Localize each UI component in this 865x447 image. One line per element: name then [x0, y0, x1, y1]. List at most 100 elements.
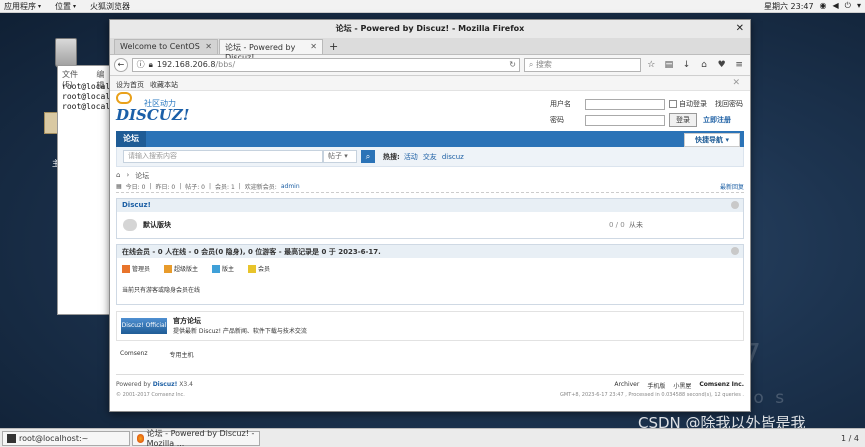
quick-nav-button[interactable]: 快捷导航 ▾: [684, 133, 740, 147]
bookmark-star-icon[interactable]: ☆: [645, 60, 659, 70]
reload-icon[interactable]: ↻: [509, 59, 516, 71]
admin-icon: [122, 264, 130, 273]
terminal-menu-file[interactable]: 文件(F): [62, 69, 88, 89]
hot-search-label: 热搜:: [383, 152, 400, 161]
forum-name[interactable]: 默认版块: [143, 220, 171, 230]
close-tab-icon[interactable]: ✕: [205, 42, 212, 52]
online-title[interactable]: 在线会员 - 0 人在线 - 0 会员(0 隐身), 0 位游客 - 最高记录是…: [122, 248, 381, 256]
online-header: 在线会员 - 0 人在线 - 0 会员(0 隐身), 0 位游客 - 最高记录是…: [117, 245, 743, 258]
forum-stats: ▦ 今日: 0 | 昨日: 0 | 帖子: 0 | 会员: 1 | 欢迎新会员: adm…: [116, 182, 744, 193]
archiver-link[interactable]: Archiver: [614, 381, 639, 390]
official-forum-logo[interactable]: Discuz! Official: [121, 318, 167, 334]
gnome-top-bar: 应用程序 ▾ 位置 ▾ 火狐浏览器 星期六 23:47 ◉ ◀ ⏻ ▾: [0, 0, 865, 13]
company-link[interactable]: Comsenz Inc.: [699, 381, 744, 390]
category-box: Discuz! 默认版块 0 / 0 从未: [116, 198, 744, 239]
nav-item-forum[interactable]: 论坛: [116, 131, 146, 147]
firefox-icon: [137, 433, 144, 443]
tab-centos[interactable]: Welcome to CentOS ✕: [114, 39, 218, 54]
applications-label: 应用程序: [4, 1, 36, 11]
new-tab-button[interactable]: +: [324, 40, 343, 54]
newest-member-link[interactable]: admin: [281, 183, 300, 190]
places-menu[interactable]: 位置 ▾: [55, 1, 76, 12]
hot-search-link[interactable]: 活动: [404, 152, 418, 162]
hot-search-link[interactable]: discuz: [442, 153, 464, 161]
register-link[interactable]: 立即注册: [703, 115, 731, 125]
forum-row: 默认版块 0 / 0 从未: [117, 212, 743, 238]
discuz-link[interactable]: Discuz!: [153, 381, 178, 388]
hot-search-link[interactable]: 交友: [423, 152, 437, 162]
category-title[interactable]: Discuz!: [122, 201, 151, 209]
pocket-icon[interactable]: ♥: [715, 60, 729, 70]
username-label[interactable]: 用户名: [550, 99, 585, 109]
set-homepage-link[interactable]: 设为首页: [116, 80, 144, 89]
info-icon[interactable]: ⓘ: [137, 59, 145, 71]
url-bar[interactable]: ⓘ 🔒︎ 192.168.206.8/bbs/ ↻: [131, 58, 520, 72]
search-bar: 请输入搜索内容 帖子 ▾ ⌕ 热搜: 活动 交友 discuz: [116, 147, 744, 167]
home-icon[interactable]: ⌂: [697, 60, 711, 70]
latest-replies-link[interactable]: 最新回复: [720, 182, 744, 191]
tab-forum[interactable]: 论坛 - Powered by Discuz! ✕: [219, 39, 323, 62]
close-tab-icon[interactable]: ✕: [310, 42, 317, 52]
home-icon[interactable]: ⌂: [116, 171, 120, 181]
auto-login-checkbox[interactable]: [669, 100, 677, 108]
stat-posts: 帖子: 0: [185, 184, 205, 191]
search-input[interactable]: ⌕ 搜索: [523, 58, 641, 72]
official-forum-title[interactable]: 官方论坛: [173, 316, 201, 326]
collapse-icon[interactable]: [731, 247, 739, 255]
legend-label: 超级版主: [174, 266, 199, 273]
bookmark-site-link[interactable]: 收藏本站: [150, 80, 178, 89]
firefox-window[interactable]: 论坛 - Powered by Discuz! - Mozilla Firefo…: [109, 19, 751, 412]
terminal-icon: [7, 433, 16, 443]
system-tray[interactable]: ◉ ◀ ⏻ ▾: [820, 1, 861, 11]
window-titlebar[interactable]: 论坛 - Powered by Discuz! - Mozilla Firefo…: [110, 20, 750, 38]
task-terminal[interactable]: root@localhost:~: [2, 430, 130, 446]
official-forum-box: Discuz! Official 官方论坛 提供最新 Discuz! 产品新闻、…: [116, 311, 744, 341]
library-icon[interactable]: ▤: [662, 60, 676, 70]
hamburger-menu-icon[interactable]: ≡: [732, 60, 746, 70]
workspace-pager[interactable]: 1 / 4: [841, 434, 859, 443]
member-legend: 管理员 超级版主 版主 会员: [117, 258, 743, 273]
version-label: X3.4: [179, 381, 193, 388]
download-icon[interactable]: ↓: [680, 60, 694, 70]
firefox-app-label: 火狐浏览器: [90, 1, 131, 11]
forgot-password-link[interactable]: 找回密码: [715, 99, 743, 109]
close-icon[interactable]: ✕: [732, 78, 740, 88]
clock[interactable]: 星期六 23:47: [764, 1, 814, 12]
mobile-link[interactable]: 手机版: [647, 381, 665, 390]
search-type-select[interactable]: 帖子 ▾: [323, 150, 357, 163]
moderator-icon: [212, 264, 221, 273]
task-label: 论坛 - Powered by Discuz! - Mozilla ...: [146, 429, 255, 447]
login-button[interactable]: 登录: [669, 113, 697, 127]
tab-strip: Welcome to CentOS ✕ 论坛 - Powered by Discu…: [110, 38, 750, 62]
applications-menu[interactable]: 应用程序 ▾: [4, 1, 41, 12]
password-field[interactable]: [585, 114, 665, 126]
terminal-window[interactable]: 文件(F) 编辑 root@local root@local root@loca…: [57, 65, 117, 315]
firefox-app-menu[interactable]: 火狐浏览器: [90, 1, 130, 12]
logo-bubble-icon: [116, 92, 132, 104]
back-button[interactable]: ←: [114, 58, 128, 72]
forum-search-input[interactable]: 请输入搜索内容: [123, 150, 323, 163]
search-button[interactable]: ⌕: [361, 150, 375, 163]
online-members-box: 在线会员 - 0 人在线 - 0 会员(0 隐身), 0 位游客 - 最高记录是…: [116, 244, 744, 305]
close-icon[interactable]: ✕: [736, 20, 744, 38]
main-nav: 论坛 快捷导航 ▾: [116, 131, 744, 147]
link-hosting[interactable]: 专用主机: [169, 350, 193, 361]
blacklist-link[interactable]: 小黑屋: [673, 381, 691, 390]
discuz-logo[interactable]: 社区动力 DISCUZ!: [116, 92, 189, 124]
site-header: 社区动力 DISCUZ! 用户名 自动登录 找回密码 密码 登录 立即注册: [110, 91, 750, 131]
terminal-line: root@local: [62, 92, 111, 101]
task-label: root@localhost:~: [19, 433, 89, 443]
quick-nav-label: 快捷导航: [695, 136, 724, 144]
auto-login-label[interactable]: 自动登录: [679, 99, 707, 109]
username-field[interactable]: [585, 98, 665, 110]
process-info: GMT+8, 2023-6-17 23:47 , Processed in 0.…: [559, 392, 744, 398]
forum-bubble-icon: [123, 219, 137, 231]
terminal-line: root@local: [62, 82, 111, 91]
legend-label: 管理员: [132, 266, 151, 273]
terminal-line: root@local: [62, 102, 111, 111]
collapse-icon[interactable]: [731, 201, 739, 209]
task-firefox[interactable]: 论坛 - Powered by Discuz! - Mozilla ...: [132, 429, 260, 447]
copyright: © 2001-2017 Comsenz Inc.: [116, 392, 185, 398]
breadcrumb-forum[interactable]: 论坛: [135, 171, 149, 181]
link-comsenz[interactable]: Comsenz: [120, 350, 147, 361]
